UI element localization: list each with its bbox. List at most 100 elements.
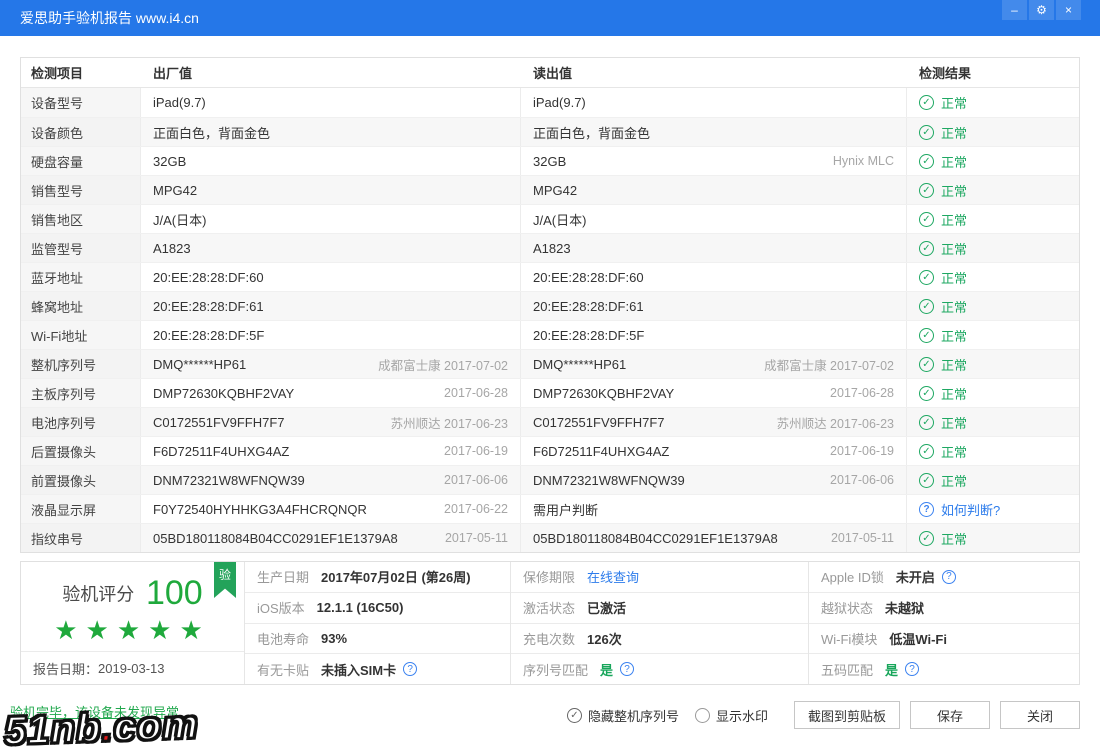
row-label: 蜂窝地址 [21,292,141,320]
check-circle-icon: ✓ [919,212,934,227]
summary-cell-label: 充电次数 [523,629,575,648]
minimize-icon: – [1011,4,1018,16]
save-button[interactable]: 保存 [910,701,990,729]
factory-cell: 05BD180118084B04CC0291EF1E1379A8 2017-05… [141,524,521,552]
read-value: F6D72511F4UHXG4AZ [533,444,669,459]
read-value: A1823 [533,241,571,256]
table-row: 电池序列号 C0172551FV9FFH7F7 苏州顺达 2017-06-23 … [21,407,1079,436]
read-cell: 正面白色，背面金色 [521,118,907,146]
read-value: 20:EE:28:28:DF:60 [533,270,644,285]
help-icon[interactable]: ? [905,662,919,676]
factory-value: 20:EE:28:28:DF:61 [153,299,264,314]
table-row: 指纹串号 05BD180118084B04CC0291EF1E1379A8 20… [21,523,1079,552]
summary-cell-label: iOS版本 [257,598,305,617]
read-cell: 20:EE:28:28:DF:61 [521,292,907,320]
read-value: J/A(日本) [533,210,586,229]
factory-value: DNM72321W8WFNQW39 [153,473,305,488]
read-note: 2017-06-06 [830,473,906,487]
read-note: 苏州顺达 2017-06-23 [777,413,906,432]
row-label: 指纹串号 [21,524,141,552]
close-report-button[interactable]: 关闭 [1000,701,1080,729]
help-icon[interactable]: ? [620,662,634,676]
result-cell: ✓ 正常 [907,176,1079,204]
row-label: 蓝牙地址 [21,263,141,291]
result-text: 正常 [941,471,967,490]
summary-cell-label: 五码匹配 [821,660,873,679]
summary-cell-value: 93% [321,631,347,646]
table-row: 主板序列号 DMP72630KQBHF2VAY 2017-06-28 DMP72… [21,378,1079,407]
check-circle-icon: ✓ [919,415,934,430]
read-cell: J/A(日本) [521,205,907,233]
window-controls: – ⚙ × [1002,0,1081,20]
table-row: 销售型号 MPG42 MPG42 ✓ 正常 [21,175,1079,204]
minimize-button[interactable]: – [1002,0,1027,20]
check-circle-icon: ✓ [919,95,934,110]
table-row: 整机序列号 DMQ******HP61 成都富士康 2017-07-02 DMQ… [21,349,1079,378]
result-text: 正常 [941,384,967,403]
factory-value: 32GB [153,154,186,169]
factory-cell: 20:EE:28:28:DF:61 [141,292,521,320]
read-cell: DNM72321W8WFNQW39 2017-06-06 [521,466,907,494]
check-circle-icon: ✓ [919,386,934,401]
result-cell: ✓ 正常 [907,263,1079,291]
online-check-link[interactable]: 在线查询 [587,567,639,586]
report-table-body: 设备型号 iPad(9.7) iPad(9.7) ✓ 正常 设备颜色 正面白色，… [21,88,1079,552]
read-cell: 05BD180118084B04CC0291EF1E1379A8 2017-05… [521,524,907,552]
read-value: 32GB [533,154,566,169]
factory-note: 2017-06-19 [444,444,520,458]
star-icon: ★ [148,615,179,645]
table-row: 硬盘容量 32GB 32GB Hynix MLC ✓ 正常 [21,146,1079,175]
read-note: 2017-06-28 [830,386,906,400]
summary-cell-value: 是 [885,660,898,679]
read-value: 05BD180118084B04CC0291EF1E1379A8 [533,531,778,546]
summary-cell: 电池寿命 93% [245,624,510,655]
factory-cell: MPG42 [141,176,521,204]
table-row: 设备型号 iPad(9.7) iPad(9.7) ✓ 正常 [21,88,1079,117]
row-label: 销售型号 [21,176,141,204]
help-icon[interactable]: ? [942,570,956,584]
summary-cell-value: 未开启 [896,567,935,586]
row-label: Wi-Fi地址 [21,321,141,349]
settings-button[interactable]: ⚙ [1029,0,1054,20]
row-label: 液晶显示屏 [21,495,141,523]
summary-cell-label: Wi-Fi模块 [821,629,877,648]
question-circle-icon: ? [919,502,934,517]
check-circle-icon: ✓ [919,473,934,488]
table-row: 监管型号 A1823 A1823 ✓ 正常 [21,233,1079,262]
summary-cell: 激活状态 已激活 [511,593,808,624]
factory-value: 正面白色，背面金色 [153,123,270,142]
result-text: 正常 [941,442,967,461]
summary-cell: 生产日期 2017年07月02日 (第26周) [245,562,510,593]
result-cell: ✓ 正常 [907,205,1079,233]
check-circle-icon: ✓ [919,125,934,140]
row-label: 电池序列号 [21,408,141,436]
read-cell: 32GB Hynix MLC [521,147,907,175]
factory-note: 2017-06-06 [444,473,520,487]
factory-value: A1823 [153,241,191,256]
table-row: 液晶显示屏 F0Y72540HYHHKG3A4FHCRQNQR 2017-06-… [21,494,1079,523]
titlebar: 爱思助手验机报告 www.i4.cn – ⚙ × [0,0,1100,36]
result-cell: ✓ 正常 [907,437,1079,465]
factory-cell: 20:EE:28:28:DF:60 [141,263,521,291]
result-cell: ✓ 正常 [907,118,1079,146]
screenshot-to-clipboard-button[interactable]: 截图到剪贴板 [794,701,900,729]
how-to-judge-link[interactable]: 如何判断? [941,500,1000,519]
header-factory-value: 出厂值 [141,63,521,82]
check-circle-icon: ✓ [919,299,934,314]
row-label: 设备颜色 [21,118,141,146]
table-row: 后置摄像头 F6D72511F4UHXG4AZ 2017-06-19 F6D72… [21,436,1079,465]
close-button[interactable]: × [1056,0,1081,20]
result-text: 正常 [941,239,967,258]
row-label: 整机序列号 [21,350,141,378]
option-hide-serial-label: 隐藏整机序列号 [588,706,679,725]
footer-toolbar: ✓ 隐藏整机序列号 ✓ 显示水印 截图到剪贴板 保存 关闭 [20,701,1080,729]
option-hide-serial[interactable]: ✓ 隐藏整机序列号 [567,706,679,725]
read-cell: DMQ******HP61 成都富士康 2017-07-02 [521,350,907,378]
radio-unchecked-icon: ✓ [695,708,710,723]
summary-cell-value: 低温Wi-Fi [889,629,947,648]
summary-cell-value: 已激活 [587,598,626,617]
summary-panel: 验机评分 100 ★★★★★ 验 报告日期： 2019-03-13 生产日期 2… [20,561,1080,685]
option-show-watermark[interactable]: ✓ 显示水印 [695,706,768,725]
read-value: 20:EE:28:28:DF:5F [533,328,644,343]
help-icon[interactable]: ? [403,662,417,676]
